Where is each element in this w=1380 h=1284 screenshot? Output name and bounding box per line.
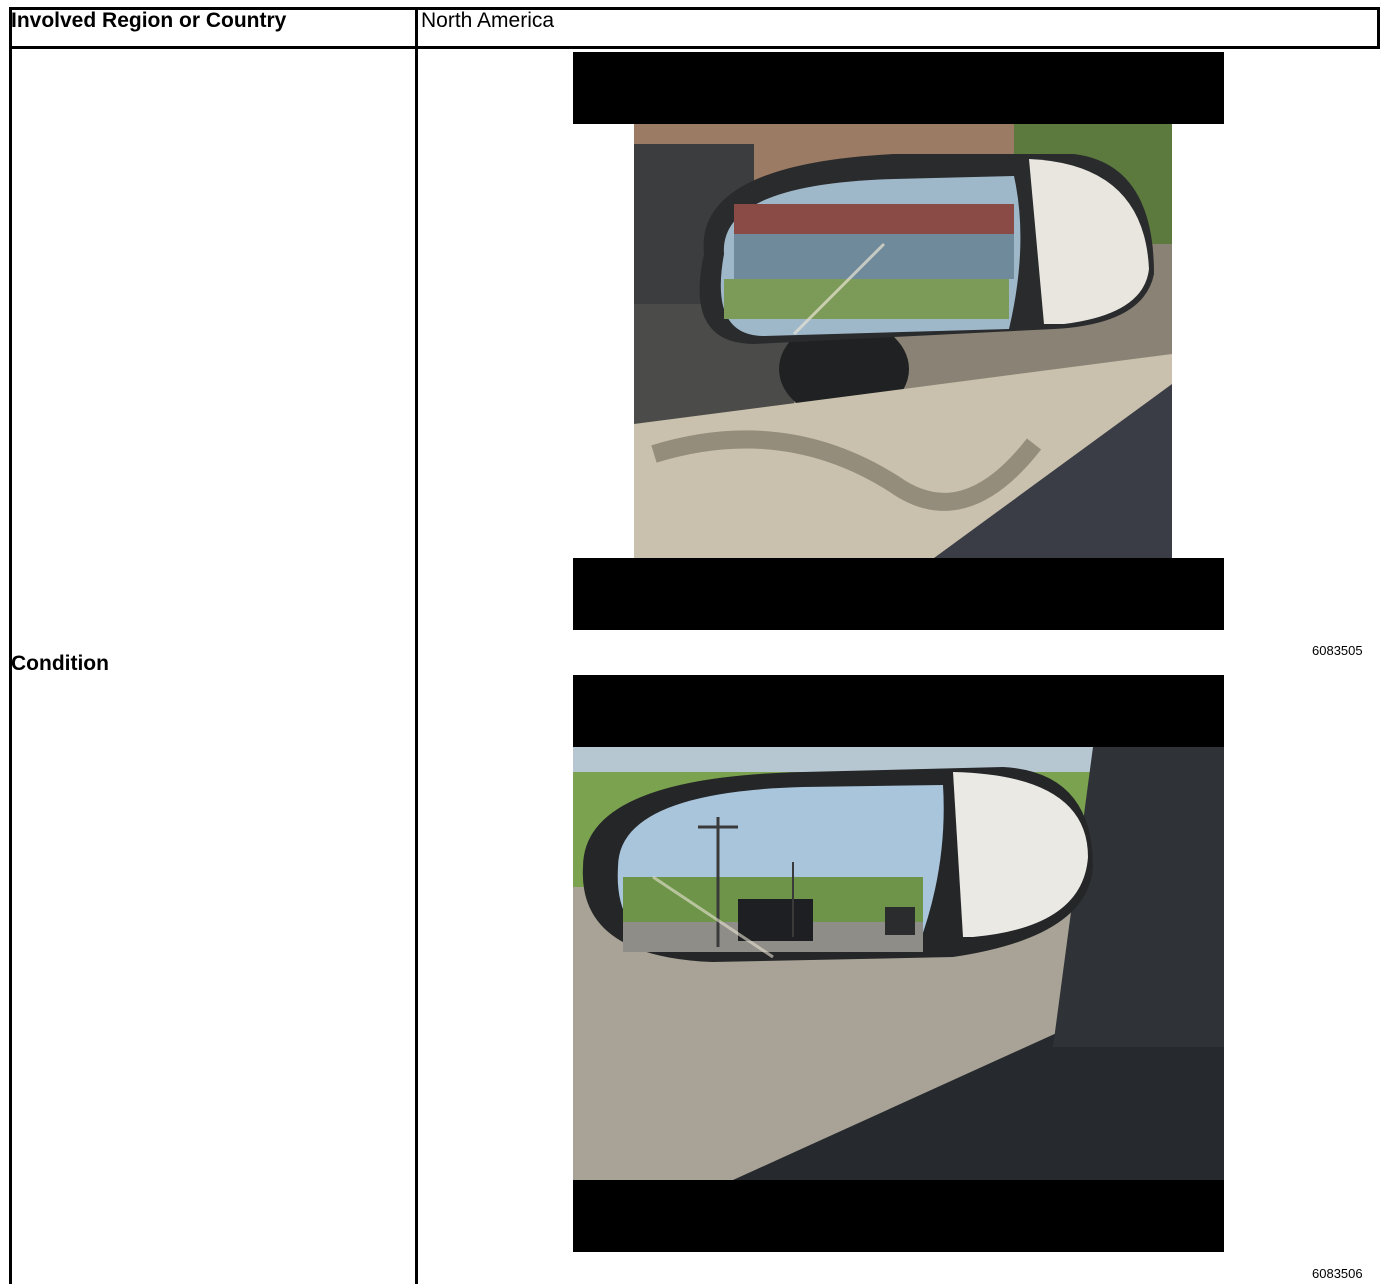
mirror-photo-parked: [634, 124, 1172, 558]
figure-number: 6083506: [1312, 1266, 1363, 1281]
mirror-photo-driving: [573, 747, 1224, 1180]
figure-number: 6083505: [1312, 643, 1363, 658]
table-row-divider: [9, 46, 1380, 49]
region-value: North America: [421, 9, 555, 32]
table-column-divider: [415, 7, 418, 1284]
redaction-bar-bottom-1: [573, 558, 1224, 630]
redaction-bar-top-1: [573, 52, 1224, 124]
region-label: Involved Region or Country: [11, 9, 287, 32]
table-border-left: [9, 7, 12, 1284]
redaction-bar-top-2: [573, 675, 1224, 747]
condition-label: Condition: [11, 652, 109, 675]
redaction-bar-bottom-2: [573, 1180, 1224, 1252]
